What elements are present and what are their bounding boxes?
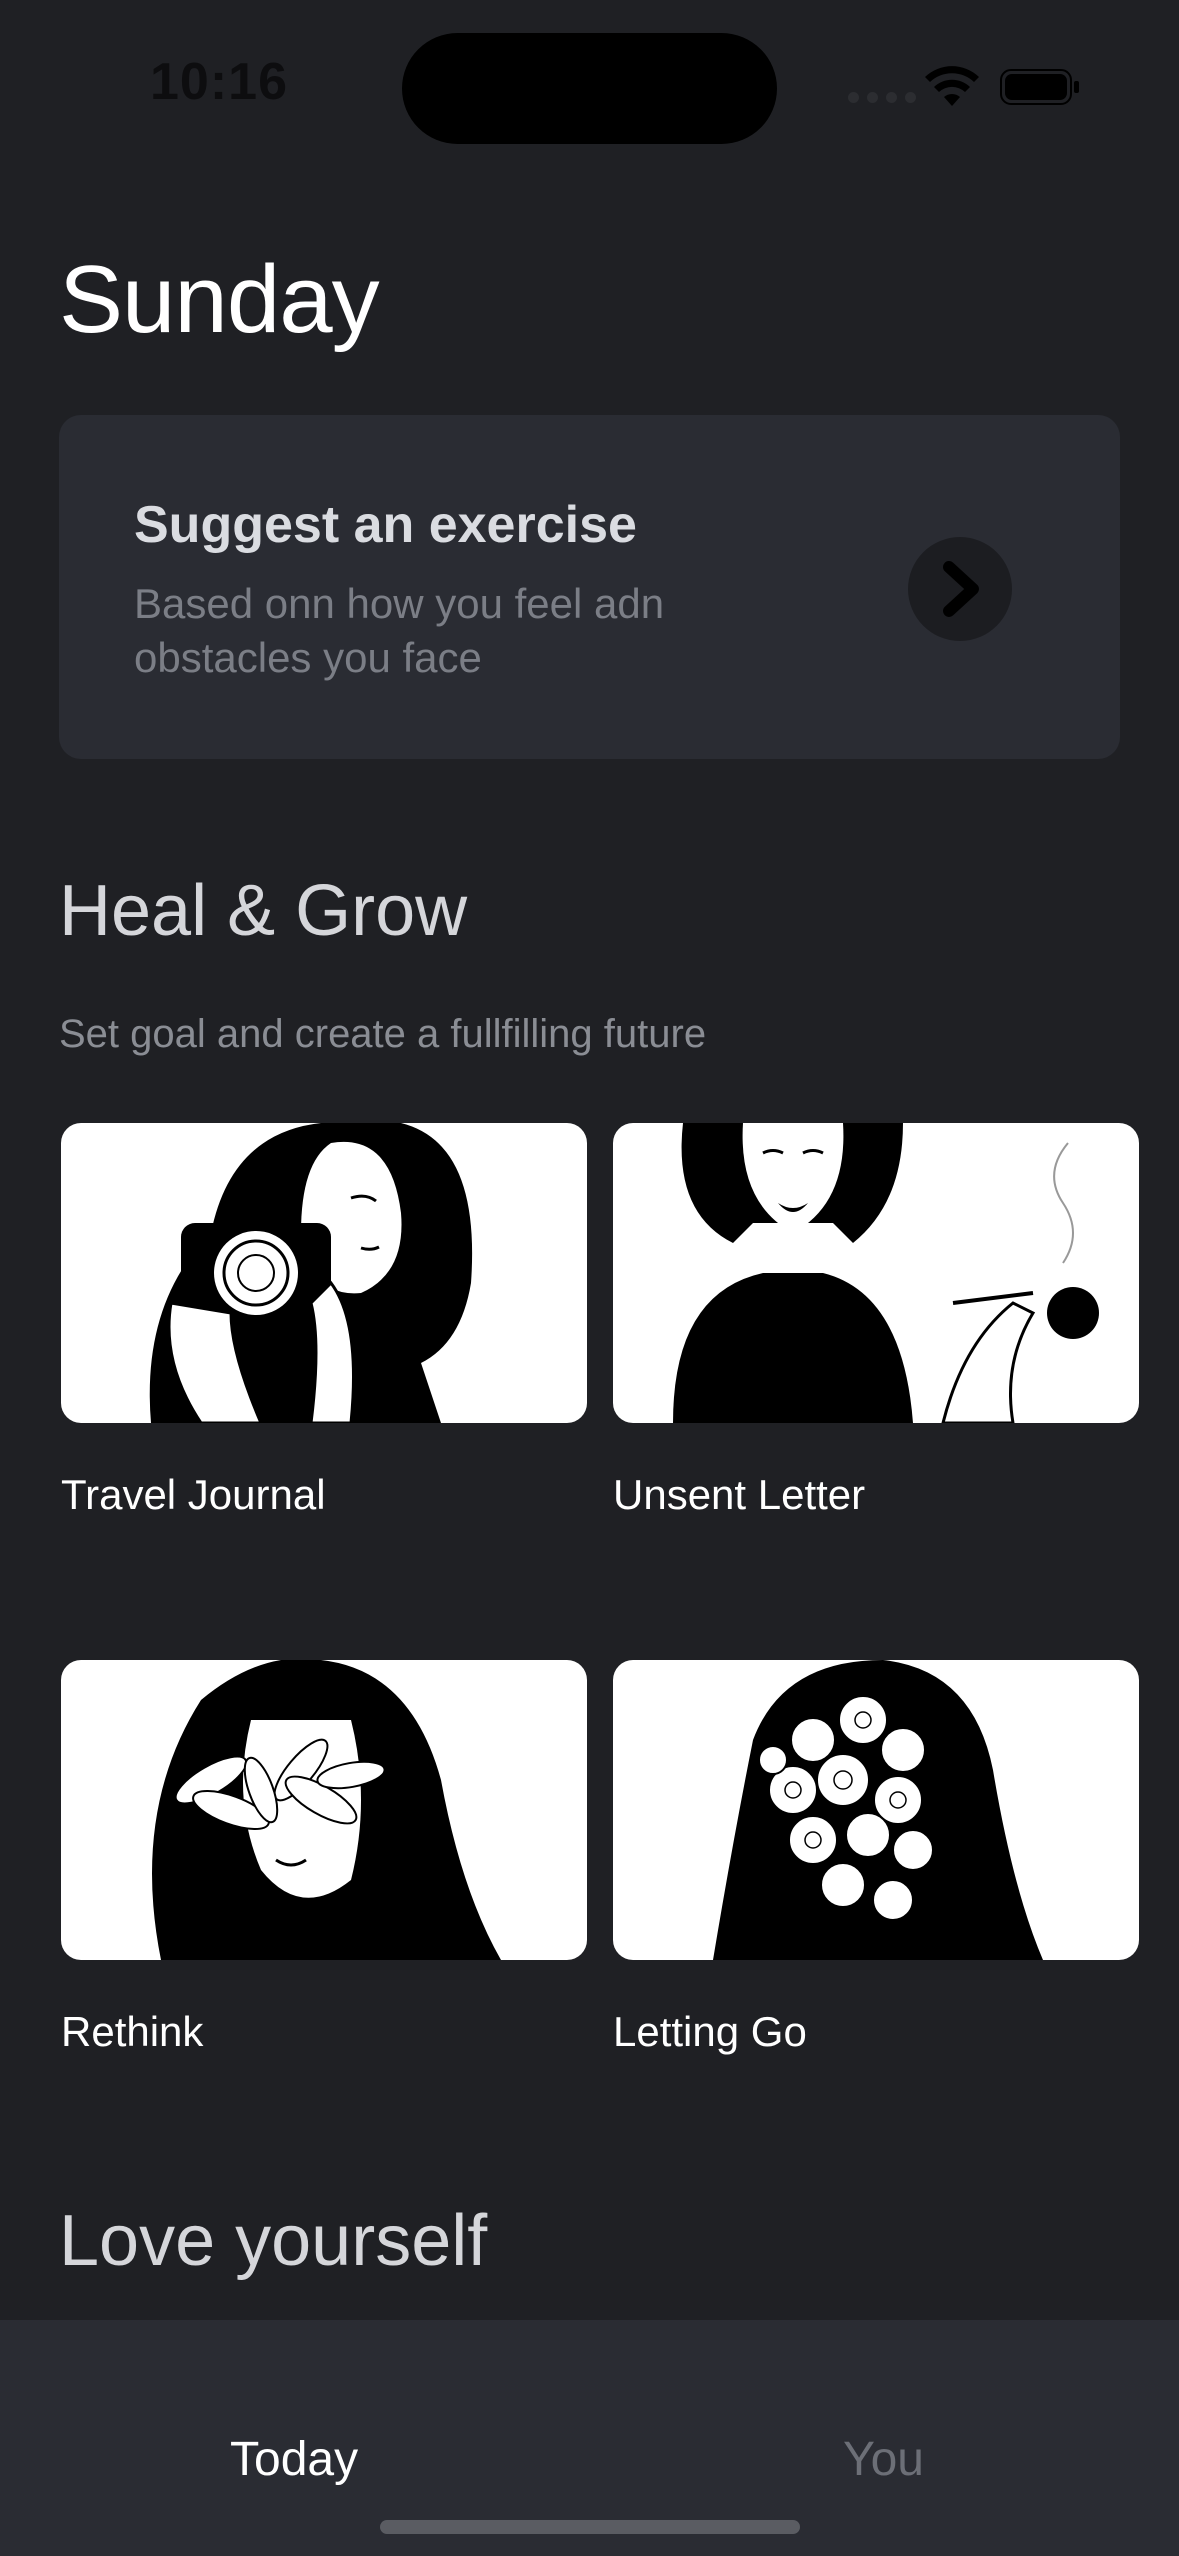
page-title: Sunday [59, 246, 380, 353]
tab-you[interactable]: You [843, 2432, 924, 2487]
exercise-card-unsent-letter[interactable]: Unsent Letter [613, 1123, 1139, 1519]
suggest-exercise-card[interactable]: Suggest an exercise Based onn how you fe… [59, 415, 1120, 759]
chevron-right-icon[interactable] [908, 537, 1012, 641]
exercise-label: Letting Go [613, 2008, 807, 2055]
exercise-card-letting-go[interactable]: Letting Go [613, 1660, 1139, 2056]
section-title-heal-grow: Heal & Grow [59, 871, 468, 951]
exercise-card-travel-journal[interactable]: Travel Journal [61, 1123, 587, 1519]
exercise-label: Unsent Letter [613, 1471, 866, 1518]
status-time: 10:16 [150, 53, 288, 111]
section-subtitle-heal-grow: Set goal and create a fullfilling future [59, 1012, 707, 1056]
screen: 10:16 Sunday Suggest an exercise Based o… [0, 0, 1179, 2556]
cellular-signal-icon [848, 92, 916, 103]
woman-lily-illustration-image [61, 1660, 587, 1960]
battery-icon [1000, 69, 1079, 105]
dynamic-island [402, 33, 777, 144]
tab-today[interactable]: Today [230, 2432, 358, 2487]
exercise-label: Rethink [61, 2008, 204, 2055]
home-indicator[interactable] [380, 2520, 800, 2534]
tab-bar: Today You [0, 2320, 1179, 2556]
woman-flower-face-illustration-image [613, 1660, 1139, 1960]
section-title-love-yourself: Love yourself [59, 2201, 488, 2281]
suggest-card-subtitle: Based onn how you feel adn obstacles you… [134, 580, 665, 681]
exercise-card-rethink[interactable]: Rethink [61, 1660, 587, 2056]
woman-camera-illustration-image [61, 1123, 587, 1423]
wifi-icon [925, 66, 979, 106]
suggest-card-title: Suggest an exercise [134, 496, 637, 554]
woman-rose-illustration-image [613, 1123, 1139, 1423]
exercise-label: Travel Journal [61, 1471, 326, 1518]
